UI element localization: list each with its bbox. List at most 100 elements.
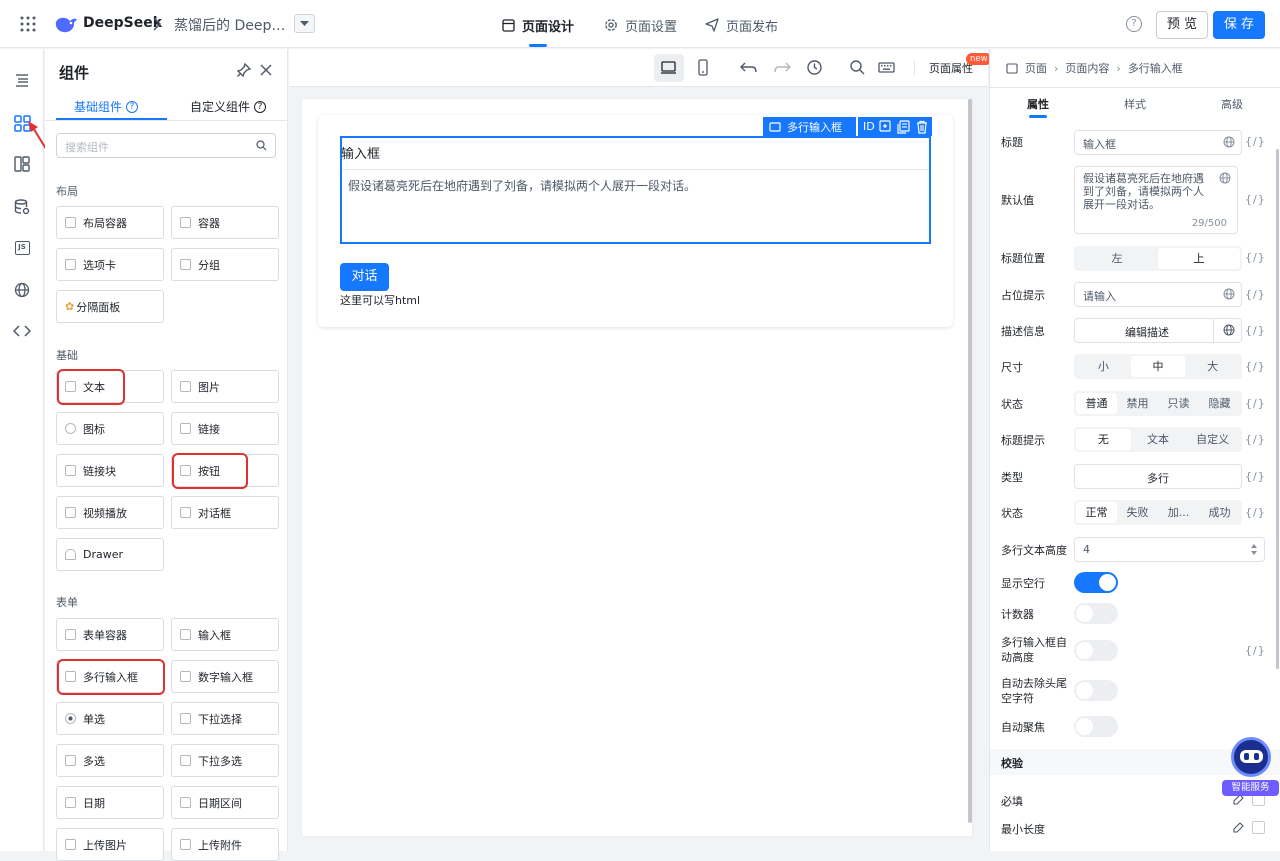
component-dialog[interactable]: 对话框 (171, 496, 279, 529)
component-input[interactable]: 输入框 (171, 618, 279, 651)
delete-icon[interactable] (915, 120, 929, 134)
help-icon[interactable]: ? (1126, 16, 1142, 32)
component-date-range[interactable]: 日期区间 (171, 786, 279, 819)
component-number-input[interactable]: 数字输入框 (171, 660, 279, 693)
edit-icon[interactable] (1232, 821, 1245, 834)
fx-binding-button[interactable]: {/} (1245, 251, 1266, 264)
code-icon[interactable] (12, 321, 32, 341)
search-icon[interactable] (849, 59, 866, 76)
tab-basic-components[interactable]: 基础组件? (74, 98, 139, 115)
component-select[interactable]: 下拉选择 (171, 702, 279, 735)
autofocus-toggle[interactable] (1074, 716, 1118, 737)
globe-icon[interactable] (1223, 324, 1235, 336)
component-drawer[interactable]: Drawer (56, 538, 164, 571)
globe-icon[interactable] (12, 280, 32, 300)
component-tabs[interactable]: 选项卡 (56, 248, 164, 281)
component-image[interactable]: 图片 (171, 370, 279, 403)
counter-toggle[interactable] (1074, 603, 1118, 624)
js-icon[interactable]: JS (12, 238, 32, 258)
component-link[interactable]: 链接 (171, 412, 279, 445)
fx-binding-button[interactable]: {/} (1245, 360, 1266, 373)
id-button[interactable]: ID (863, 120, 875, 133)
add-icon[interactable] (879, 119, 893, 134)
stepper-icon[interactable] (1250, 542, 1258, 557)
desktop-icon[interactable] (660, 59, 677, 76)
option-normal[interactable]: 正常 (1076, 502, 1117, 523)
preview-button[interactable]: 预 览 (1156, 11, 1208, 39)
keyboard-icon[interactable] (878, 59, 895, 76)
option-medium[interactable]: 中 (1130, 356, 1186, 377)
mobile-icon[interactable] (696, 59, 710, 76)
fx-binding-button[interactable]: {/} (1245, 433, 1266, 446)
option-custom[interactable]: 自定义 (1185, 429, 1240, 450)
fx-binding-button[interactable]: {/} (1245, 506, 1266, 519)
close-icon[interactable] (259, 63, 273, 77)
save-button[interactable]: 保 存 (1213, 11, 1265, 39)
selected-component-tag[interactable]: 多行输入框 (763, 117, 856, 136)
option-success[interactable]: 成功 (1199, 502, 1240, 523)
title-input[interactable]: 输入框 (1074, 130, 1242, 155)
fx-binding-button[interactable]: {/} (1245, 288, 1266, 301)
option-text[interactable]: 文本 (1131, 429, 1186, 450)
component-form-container[interactable]: 表单容器 (56, 618, 164, 651)
component-search-input[interactable]: 搜索组件 (56, 133, 276, 158)
option-disabled[interactable]: 禁用 (1117, 393, 1158, 414)
fx-binding-button[interactable]: {/} (1245, 397, 1266, 410)
tab-styles[interactable]: 样式 (1124, 96, 1146, 112)
tab-custom-components[interactable]: 自定义组件? (190, 98, 267, 115)
smart-service-button[interactable]: 智能服务 (1222, 737, 1279, 799)
history-icon[interactable] (806, 59, 823, 76)
app-switch-dropdown[interactable] (294, 14, 315, 33)
tab-advanced[interactable]: 高级 (1221, 96, 1243, 112)
edit-description-button[interactable]: 编辑描述 (1074, 318, 1242, 343)
component-group[interactable]: 分组 (171, 248, 279, 281)
app-name[interactable]: 蒸馏后的 DeepSeek (174, 15, 292, 35)
canvas-scrollbar[interactable] (968, 99, 972, 823)
tab-page-publish[interactable]: 页面发布 (705, 16, 778, 35)
component-upload-file[interactable]: 上传附件 (171, 828, 279, 861)
html-text-block[interactable]: 这里可以写html (340, 292, 420, 308)
option-top[interactable]: 上 (1158, 248, 1240, 269)
dialog-button[interactable]: 对话 (340, 263, 389, 291)
outline-icon[interactable] (12, 70, 32, 90)
component-icon[interactable]: 图标 (56, 412, 164, 445)
placeholder-input[interactable]: 请输入 (1074, 282, 1242, 307)
component-multi-select[interactable]: 下拉多选 (171, 744, 279, 777)
datasource-icon[interactable] (12, 197, 32, 217)
option-loading[interactable]: 加... (1158, 502, 1199, 523)
component-layout-container[interactable]: 布局容器 (56, 206, 164, 239)
breadcrumb-item[interactable]: 页面内容 (1065, 60, 1109, 76)
fx-binding-button[interactable]: {/} (1245, 193, 1266, 206)
globe-icon[interactable] (1223, 136, 1235, 148)
option-error[interactable]: 失败 (1117, 502, 1158, 523)
tab-page-design[interactable]: 页面设计 (502, 16, 574, 35)
textarea-value[interactable]: 假设诸葛亮死后在地府遇到了刘备，请模拟两个人展开一段对话。 (348, 177, 696, 194)
fx-binding-button[interactable]: {/} (1245, 324, 1266, 337)
auto-height-toggle[interactable] (1074, 640, 1118, 661)
fx-binding-button[interactable]: {/} (1245, 644, 1266, 657)
component-checkbox[interactable]: 多选 (56, 744, 164, 777)
redo-icon[interactable] (773, 59, 791, 76)
fx-binding-button[interactable]: {/} (1245, 135, 1266, 148)
option-small[interactable]: 小 (1076, 356, 1131, 377)
component-video[interactable]: 视频播放 (56, 496, 164, 529)
option-readonly[interactable]: 只读 (1158, 393, 1199, 414)
min-length-checkbox[interactable] (1252, 821, 1265, 834)
option-normal[interactable]: 普通 (1076, 393, 1117, 414)
copy-icon[interactable] (897, 119, 911, 134)
app-grid-icon[interactable] (20, 16, 36, 32)
tab-page-settings[interactable]: 页面设置 (604, 16, 677, 35)
component-container[interactable]: 容器 (171, 206, 279, 239)
option-left[interactable]: 左 (1076, 248, 1158, 269)
fx-binding-button[interactable]: {/} (1245, 470, 1266, 483)
component-split-panel[interactable]: ✿ 分隔面板 (56, 290, 164, 323)
option-large[interactable]: 大 (1185, 356, 1240, 377)
option-none[interactable]: 无 (1076, 429, 1131, 450)
show-empty-toggle[interactable] (1074, 572, 1118, 593)
component-link-block[interactable]: 链接块 (56, 454, 164, 487)
default-value-textarea[interactable]: 假设诸葛亮死后在地府遇到了刘备，请模拟两个人展开一段对话。 29/500 (1074, 166, 1238, 234)
brand-name[interactable]: DeepSeek (83, 15, 162, 31)
component-upload-image[interactable]: 上传图片 (56, 828, 164, 861)
globe-icon[interactable] (1223, 288, 1235, 300)
component-date[interactable]: 日期 (56, 786, 164, 819)
